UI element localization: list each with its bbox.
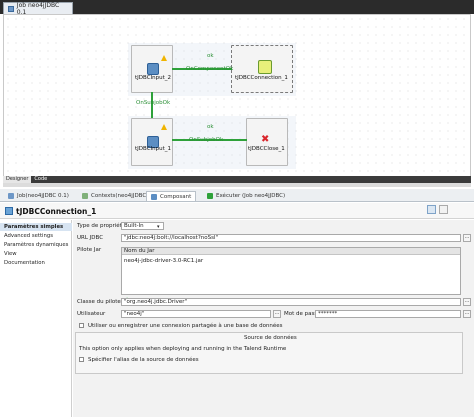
jdbc-connection-icon [258, 60, 272, 74]
job-icon [8, 5, 14, 12]
tab-label: Composant [160, 193, 192, 200]
driver-class-expand-button[interactable]: … [463, 298, 471, 306]
sidebar-item-parametres-dynamiques[interactable]: Paramètres dynamiques [0, 241, 72, 249]
component-icon [151, 193, 157, 200]
view-mode-icon[interactable] [427, 205, 436, 214]
job-icon [8, 193, 14, 199]
contexts-icon [82, 193, 88, 199]
sidebar-item-documentation[interactable]: Documentation [0, 259, 72, 267]
panel-tab-bar: Job(neo4jJDBC 0.1) Contexts(neo4jJDBC) C… [0, 189, 474, 202]
sidebar-item-parametres-simples[interactable]: Paramètres simples [0, 223, 72, 231]
tab-code[interactable]: Code [31, 176, 50, 183]
url-expand-button[interactable]: … [463, 234, 471, 242]
sidebar-item-view[interactable]: View [0, 250, 72, 258]
warning-icon [161, 55, 167, 61]
component-tjdbcclose-1[interactable]: ✖ [246, 118, 288, 166]
jdbc-input-icon [147, 63, 159, 75]
tab-label: Contexts(neo4jJDBC) [91, 193, 149, 199]
table-mode-icon[interactable] [439, 205, 448, 214]
horizontal-scrollbar[interactable] [3, 183, 471, 187]
chevron-down-icon: ▾ [157, 224, 160, 230]
sidebar-item-advanced-settings[interactable]: Advanced settings [0, 232, 72, 240]
job-tab[interactable]: Job neo4jJDBC 0.1 [3, 2, 73, 16]
jar-table[interactable]: Nom du Jar neo4j-jdbc-driver-3.0-RC1.jar [121, 247, 461, 295]
url-jdbc-input[interactable]: "jdbc:neo4j:bolt://localhost?noSsl" [121, 234, 461, 242]
user-expand-button[interactable]: … [273, 310, 281, 318]
pilote-jar-label: Pilote Jar [77, 247, 102, 253]
jar-table-header: Nom du Jar [122, 248, 460, 255]
shared-connection-label: Utiliser ou enregistrer une connexion pa… [88, 323, 283, 329]
run-icon [207, 193, 213, 199]
datasource-alias-label: Spécifier l'alias de la source de donnée… [88, 357, 199, 363]
datasource-group: Source de données This option only appli… [75, 332, 463, 374]
user-input[interactable]: "neo4j" [121, 310, 271, 318]
tab-composant[interactable]: Composant [146, 191, 197, 201]
component-tjdbcinput-2[interactable] [131, 45, 173, 93]
datasource-alias-checkbox[interactable] [79, 357, 84, 362]
tab-job[interactable]: Job(neo4jJDBC 0.1) [4, 191, 73, 201]
component-tjdbcconnection-1[interactable] [231, 45, 293, 93]
driver-class-input[interactable]: "org.neo4j.jdbc.Driver" [121, 298, 461, 306]
user-label: Utilisateur [77, 311, 106, 317]
password-expand-button[interactable]: … [463, 310, 471, 318]
shared-connection-checkbox[interactable] [79, 323, 84, 328]
tab-label: Job(neo4jJDBC 0.1) [17, 193, 69, 199]
jdbc-connection-icon [5, 207, 13, 215]
property-type-label: Type de propriété [77, 223, 126, 229]
warning-icon [161, 124, 167, 130]
tab-designer[interactable]: Designer [3, 176, 32, 183]
component-label: tJDBCConnection_1 [235, 75, 288, 81]
datasource-title: Source de données [244, 335, 297, 341]
link-label-ok: ok [207, 53, 214, 59]
error-icon: ✖ [261, 134, 270, 145]
link-label-oncomponentok: OnComponentOk [186, 66, 234, 72]
datasource-note: This option only applies when deploying … [79, 346, 287, 352]
component-title: tJDBCConnection_1 [16, 207, 97, 216]
password-input[interactable]: ******* [315, 310, 461, 318]
link-label-ok: ok [207, 124, 214, 130]
tab-contexts[interactable]: Contexts(neo4jJDBC) [78, 191, 152, 201]
link-label-onsubjobok: OnSubjobOk [136, 100, 171, 106]
component-label: tJDBCClose_1 [248, 146, 285, 152]
designer-code-tabs: Designer Code [3, 176, 471, 183]
component-label: tJDBCInput_1 [135, 146, 172, 152]
tab-executer[interactable]: Exécuter (Job neo4jJDBC) [203, 191, 289, 201]
tab-label: Exécuter (Job neo4jJDBC) [216, 193, 286, 199]
table-row[interactable]: neo4j-jdbc-driver-3.0-RC1.jar [124, 258, 203, 264]
designer-canvas[interactable]: tJDBCInput_2 tJDBCConnection_1 tJDBCInpu… [3, 14, 471, 177]
driver-class-label: Classe du pilote [77, 299, 121, 305]
url-jdbc-label: URL JDBC [77, 235, 104, 241]
link-label-onsubjobok: OnSubjobOk [189, 137, 224, 143]
settings-sidebar: Paramètres simples Advanced settings Par… [0, 220, 72, 417]
basic-settings-form: Type de propriété Built-In ▾ URL JDBC "j… [73, 220, 474, 417]
component-label: tJDBCInput_2 [135, 75, 172, 81]
